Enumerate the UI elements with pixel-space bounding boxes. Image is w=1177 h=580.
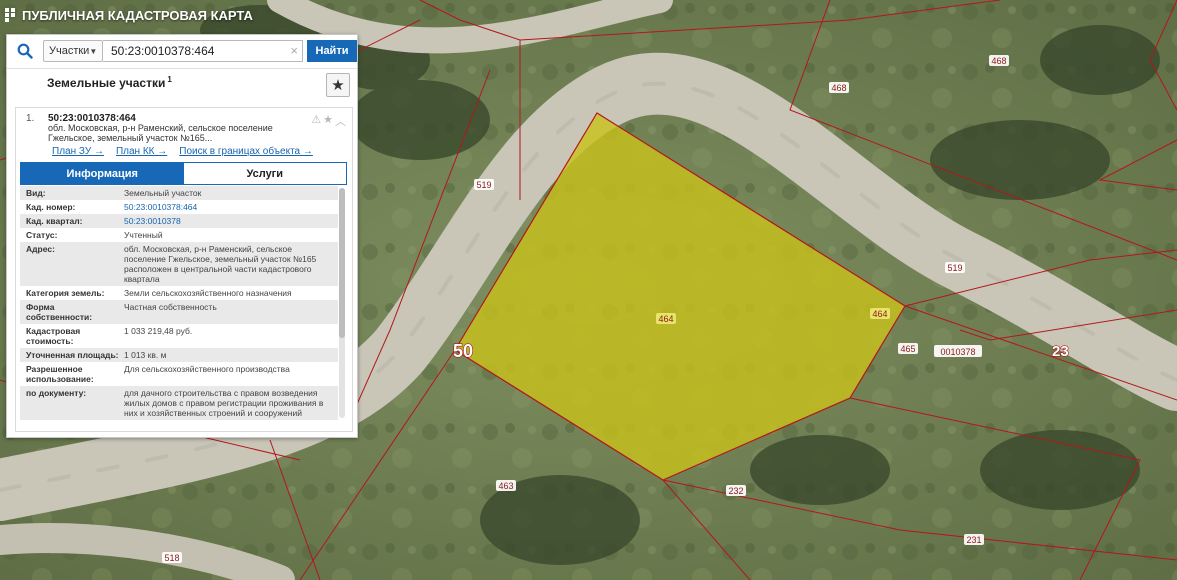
results-title: Земельные участки 1 [47, 75, 172, 90]
info-key: Вид: [26, 188, 46, 198]
search-input[interactable] [103, 41, 302, 61]
info-value: для дачного строительства с правом возве… [124, 388, 324, 418]
search-panel: Участки ▼ × Найти Земельные участки1 ★ 1… [6, 34, 358, 438]
plan-zu-link[interactable]: План ЗУ → [52, 146, 104, 157]
result-actions: ⚠ ★ ︿ [311, 113, 346, 129]
map-label-463: 463 [496, 480, 516, 491]
info-key: Форма собственности: [26, 302, 93, 322]
star-icon[interactable]: ★ [323, 113, 333, 129]
info-value: Земельный участок [124, 188, 202, 198]
results-count: 1 [167, 75, 172, 84]
svg-text:519: 519 [947, 263, 962, 273]
info-row: Категория земель: Земли сельскохозяйствен… [20, 286, 338, 300]
chevron-up-icon[interactable]: ︿ [335, 113, 346, 129]
map-label-468b: 468 [829, 82, 849, 93]
info-key: Категория земель: [26, 288, 105, 298]
info-row: Статус: Учтенный [20, 228, 338, 242]
warning-icon[interactable]: ⚠ [311, 113, 321, 129]
info-row: по документу: для дачного строительства с… [20, 386, 338, 420]
search-type-select[interactable]: Участки ▼ [43, 40, 103, 62]
svg-text:465: 465 [900, 344, 915, 354]
search-input-wrapper: × [103, 40, 303, 62]
tab-information[interactable]: Информация [21, 163, 184, 184]
map-label-468a: 468 [989, 55, 1009, 66]
result-address: обл. Московская, р-н Раменский, сельское… [48, 123, 273, 143]
info-key: Уточненная площадь: [26, 350, 119, 360]
app-logo-icon [5, 8, 15, 22]
info-key: Разрешенное использование: [26, 364, 94, 384]
info-key: Адрес: [26, 244, 55, 254]
result-index: 1. [26, 113, 35, 124]
map-label-518: 518 [162, 552, 182, 563]
info-key: Кад. номер: [26, 202, 76, 212]
svg-text:231: 231 [966, 535, 981, 545]
search-in-bounds-link[interactable]: Поиск в границах объекта → [179, 146, 313, 157]
info-row: Кад. квартал: 50:23:0010378 [20, 214, 338, 228]
find-button[interactable]: Найти [307, 40, 357, 62]
info-value: Для сельскохозяйственного производства [124, 364, 290, 374]
chevron-down-icon: ▼ [89, 46, 98, 56]
tab-services[interactable]: Услуги [183, 163, 346, 184]
svg-text:468: 468 [831, 83, 846, 93]
info-value: Земли сельскохозяйственного назначения [124, 288, 292, 298]
info-row: Уточненная площадь: 1 013 кв. м [20, 348, 338, 362]
map-label-464-edge: 464 [870, 308, 890, 319]
plan-kk-link[interactable]: План КК → [116, 146, 167, 157]
info-row: Вид: Земельный участок [20, 186, 338, 200]
result-card[interactable]: 1. 50:23:0010378:464 обл. Московская, р-… [15, 107, 353, 432]
app-header: ПУБЛИЧНАЯ КАДАСТРОВАЯ КАРТА [4, 5, 253, 25]
map-label-quarter: 0010378 [934, 345, 982, 357]
info-row: Кад. номер: 50:23:0010378:464 [20, 200, 338, 214]
app-title: ПУБЛИЧНАЯ КАДАСТРОВАЯ КАРТА [22, 7, 253, 23]
map-label-region-23: 23 [1052, 343, 1069, 360]
svg-text:232: 232 [728, 486, 743, 496]
info-key: по документу: [26, 388, 87, 398]
info-value: обл. Московская, р-н Раменский, сельское… [124, 244, 317, 284]
map-label-519b: 519 [945, 262, 965, 273]
info-value: 1 033 219,48 руб. [124, 326, 193, 336]
info-key: Кадастровая стоимость: [26, 326, 81, 346]
map-label-232: 232 [726, 485, 746, 496]
map-label-465: 465 [898, 343, 918, 354]
info-scrollbar[interactable] [339, 188, 345, 418]
info-scrollbar-thumb[interactable] [339, 188, 345, 338]
info-key: Статус: [26, 230, 58, 240]
info-row: Форма собственности: Частная собственност… [20, 300, 338, 324]
close-icon[interactable]: × [290, 44, 298, 58]
info-value: 1 013 кв. м [124, 350, 167, 360]
svg-text:468: 468 [991, 56, 1006, 66]
info-value: Учтенный [124, 230, 163, 240]
map-label-519a: 519 [474, 179, 494, 190]
map-label-464-center: 464 [656, 313, 676, 324]
map-label-district-50: 50 [453, 341, 473, 361]
result-links: План ЗУ → План КК → Поиск в границах объ… [52, 146, 313, 157]
search-type-label: Участки [49, 45, 90, 57]
info-row: Кадастровая стоимость: 1 033 219,48 руб. [20, 324, 338, 348]
info-row: Адрес: обл. Московская, р-н Раменский, се… [20, 242, 338, 286]
svg-text:0010378: 0010378 [940, 347, 975, 357]
svg-text:464: 464 [658, 314, 673, 324]
info-value-link[interactable]: 50:23:0010378:464 [124, 202, 338, 212]
search-bar: Участки ▼ × Найти [7, 35, 357, 67]
svg-text:464: 464 [872, 309, 887, 319]
search-icon[interactable] [7, 35, 43, 67]
svg-text:518: 518 [164, 553, 179, 563]
result-tabs: Информация Услуги [20, 162, 347, 185]
svg-text:463: 463 [498, 481, 513, 491]
info-value: Частная собственность [124, 302, 217, 312]
info-row: Разрешенное использование: Для сельскохоз… [20, 362, 338, 386]
info-value-link[interactable]: 50:23:0010378 [124, 216, 338, 226]
results-header: Земельные участки 1 ★ [7, 68, 357, 98]
info-key: Кад. квартал: [26, 216, 83, 226]
map-label-231: 231 [964, 534, 984, 545]
svg-text:519: 519 [476, 180, 491, 190]
info-table: Вид: Земельный участок Кад. номер: 50:23:00… [20, 186, 338, 426]
star-icon[interactable]: ★ [326, 73, 350, 97]
